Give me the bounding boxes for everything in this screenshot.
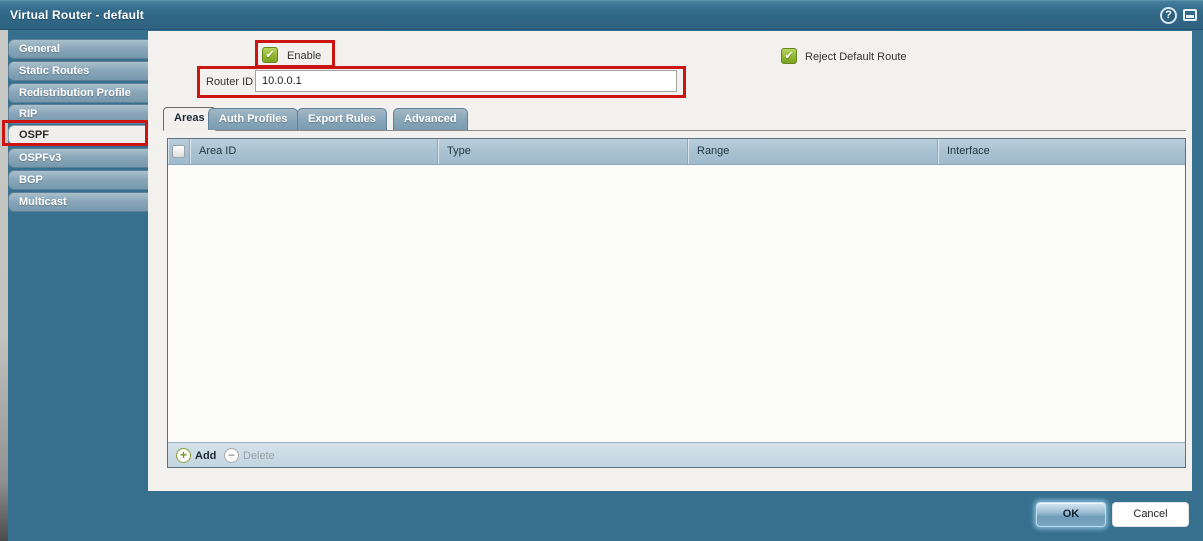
sidebar-item-redistribution-profile[interactable]: Redistribution Profile: [8, 83, 148, 103]
dialog-title: Virtual Router - default: [10, 8, 144, 22]
column-header-area-id[interactable]: Area ID: [190, 139, 438, 164]
enable-checkmark-icon: ✔: [265, 49, 275, 61]
table-header-row: Area ID Type Range Interface: [168, 139, 1185, 165]
router-id-label: Router ID: [206, 76, 254, 88]
tab-advanced[interactable]: Advanced: [393, 108, 468, 130]
column-header-interface[interactable]: Interface: [938, 139, 1185, 164]
column-header-range[interactable]: Range: [688, 139, 938, 164]
reject-default-route-label: Reject Default Route: [805, 51, 907, 63]
select-all-checkbox[interactable]: [172, 145, 185, 158]
minimize-bar: [1186, 15, 1194, 18]
sidebar-item-general[interactable]: General: [8, 39, 148, 59]
sidebar-item-ospfv3[interactable]: OSPFv3: [8, 148, 148, 168]
page-edge-strip: [0, 30, 8, 541]
reject-checkmark-icon: ✔: [784, 50, 794, 62]
add-button-label: Add: [195, 449, 217, 462]
sidebar-item-static-routes[interactable]: Static Routes: [8, 61, 148, 81]
enable-checkbox[interactable]: ✔: [262, 47, 278, 63]
delete-button[interactable]: − Delete: [224, 447, 275, 464]
delete-button-label: Delete: [243, 449, 275, 462]
add-plus-icon: +: [176, 448, 191, 463]
sidebar-item-multicast[interactable]: Multicast: [8, 192, 148, 212]
column-header-type[interactable]: Type: [438, 139, 688, 164]
sidebar-item-ospf[interactable]: OSPF: [8, 125, 148, 145]
title-bar: Virtual Router - default ?: [0, 0, 1203, 30]
delete-minus-icon: −: [224, 448, 239, 463]
virtual-router-dialog: Virtual Router - default ? General Stati…: [0, 0, 1203, 541]
add-button[interactable]: + Add: [176, 447, 216, 464]
router-id-input[interactable]: [255, 70, 677, 92]
sidebar-item-rip[interactable]: RIP: [8, 104, 148, 124]
select-all-cell: [168, 139, 190, 164]
minimize-window-icon[interactable]: [1183, 9, 1197, 21]
tab-export-rules[interactable]: Export Rules: [297, 108, 387, 130]
ok-button[interactable]: OK: [1036, 502, 1106, 527]
sidebar-item-bgp[interactable]: BGP: [8, 170, 148, 190]
table-footer: + Add − Delete: [168, 442, 1185, 467]
tab-auth-profiles[interactable]: Auth Profiles: [208, 108, 299, 130]
table-body-empty: [168, 165, 1185, 442]
cancel-button[interactable]: Cancel: [1112, 502, 1189, 527]
enable-label: Enable: [287, 50, 322, 62]
help-icon[interactable]: ?: [1160, 7, 1177, 24]
reject-default-route-checkbox[interactable]: ✔: [781, 48, 797, 64]
areas-table: Area ID Type Range Interface + Add − Del…: [167, 138, 1186, 468]
